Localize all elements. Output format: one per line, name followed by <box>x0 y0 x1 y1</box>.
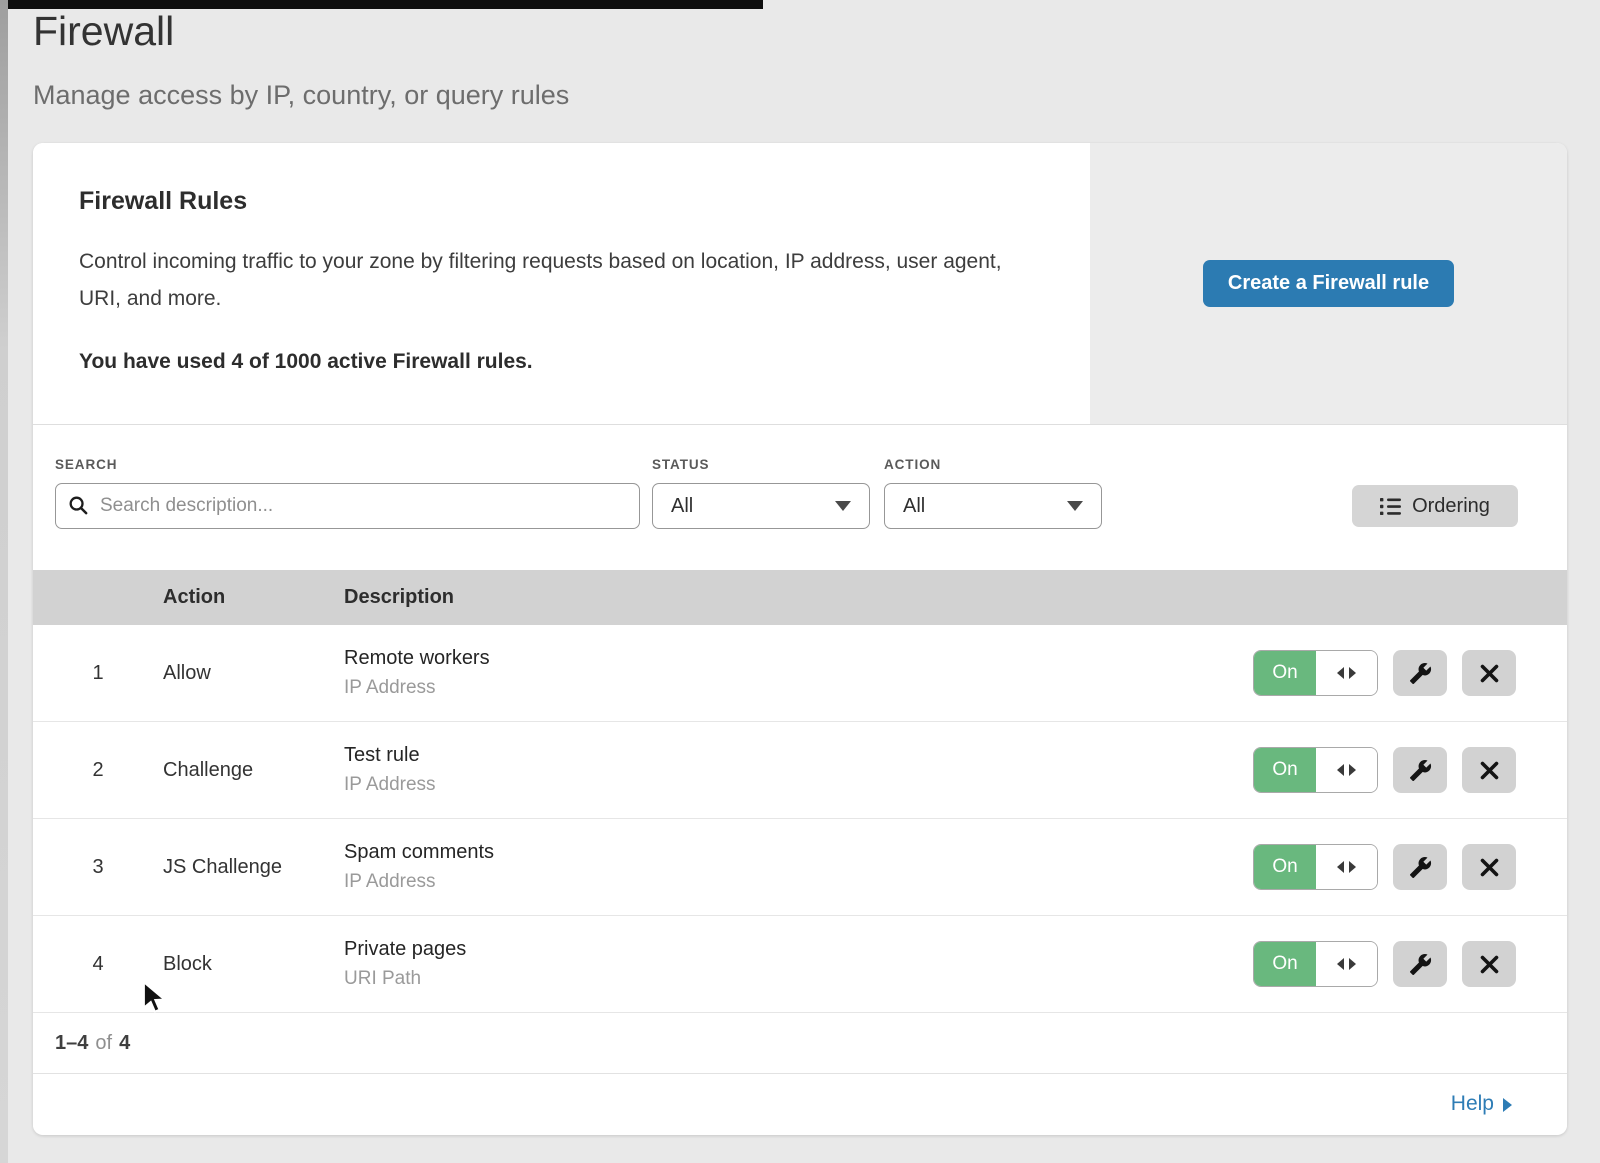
close-icon <box>1479 857 1500 878</box>
create-firewall-rule-button[interactable]: Create a Firewall rule <box>1203 260 1454 307</box>
chevron-down-icon <box>1067 501 1083 511</box>
card-description: Control incoming traffic to your zone by… <box>79 243 1029 317</box>
page-title: Firewall <box>33 8 174 55</box>
toggle-on-label: On <box>1254 942 1316 986</box>
wrench-icon <box>1409 759 1432 782</box>
table-header: Action Description <box>33 570 1567 625</box>
wrench-icon <box>1409 953 1432 976</box>
arrow-right-icon <box>1349 764 1356 776</box>
pagination-total: 4 <box>119 1032 130 1055</box>
arrow-right-icon <box>1349 861 1356 873</box>
rule-priority: 2 <box>33 759 163 782</box>
close-icon <box>1479 954 1500 975</box>
rule-description: Spam comments <box>344 841 1253 864</box>
rule-action: Challenge <box>163 759 344 782</box>
pagination-of: of <box>95 1032 112 1055</box>
toggle-on-label: On <box>1254 845 1316 889</box>
rule-action: Block <box>163 953 344 976</box>
rule-action: Allow <box>163 662 344 685</box>
page-subtitle: Manage access by IP, country, or query r… <box>33 80 569 111</box>
action-label: ACTION <box>884 457 941 472</box>
edit-rule-button[interactable] <box>1393 844 1447 890</box>
rule-priority: 4 <box>33 953 163 976</box>
help-link-label: Help <box>1451 1092 1494 1116</box>
close-icon <box>1479 663 1500 684</box>
delete-rule-button[interactable] <box>1462 844 1516 890</box>
rule-field: IP Address <box>344 677 1253 699</box>
rule-priority: 1 <box>33 662 163 685</box>
rule-field: IP Address <box>344 774 1253 796</box>
toggle-handle[interactable] <box>1316 845 1377 889</box>
intro-text-panel: Firewall Rules Control incoming traffic … <box>33 143 1090 424</box>
delete-rule-button[interactable] <box>1462 650 1516 696</box>
toggle-handle[interactable] <box>1316 942 1377 986</box>
status-label: STATUS <box>652 457 709 472</box>
action-column-header: Action <box>163 586 344 609</box>
table-row: 1 Allow Remote workers IP Address On <box>33 625 1567 722</box>
chevron-down-icon <box>835 501 851 511</box>
toggle-on-label: On <box>1254 651 1316 695</box>
list-ordering-icon <box>1380 497 1401 516</box>
table-row: 4 Block Private pages URI Path On <box>33 916 1567 1013</box>
status-dropdown-value: All <box>671 495 693 518</box>
rule-field: URI Path <box>344 968 1253 990</box>
create-rule-panel: Create a Firewall rule <box>1090 143 1567 424</box>
arrow-right-icon <box>1503 1098 1512 1112</box>
toggle-on-label: On <box>1254 748 1316 792</box>
rule-description: Private pages <box>344 938 1253 961</box>
rule-description: Remote workers <box>344 647 1253 670</box>
rule-action: JS Challenge <box>163 856 344 879</box>
usage-note: You have used 4 of 1000 active Firewall … <box>79 350 1050 374</box>
card-title: Firewall Rules <box>79 187 1050 216</box>
action-dropdown-value: All <box>903 495 925 518</box>
toggle-handle[interactable] <box>1316 651 1377 695</box>
rule-enabled-toggle[interactable]: On <box>1253 650 1378 696</box>
table-row: 2 Challenge Test rule IP Address On <box>33 722 1567 819</box>
action-dropdown[interactable]: All <box>884 483 1102 529</box>
close-icon <box>1479 760 1500 781</box>
help-link[interactable]: Help <box>1451 1092 1512 1116</box>
help-bar: Help <box>33 1074 1567 1133</box>
description-column-header: Description <box>344 586 1567 609</box>
delete-rule-button[interactable] <box>1462 747 1516 793</box>
toggle-handle[interactable] <box>1316 748 1377 792</box>
search-input[interactable] <box>55 483 640 529</box>
arrow-right-icon <box>1349 667 1356 679</box>
pagination-bar: 1–4 of 4 <box>33 1013 1567 1074</box>
search-box <box>55 483 640 529</box>
rule-enabled-toggle[interactable]: On <box>1253 747 1378 793</box>
pagination-range: 1–4 <box>55 1032 88 1055</box>
arrow-left-icon <box>1337 667 1344 679</box>
rule-field: IP Address <box>344 871 1253 893</box>
ordering-button[interactable]: Ordering <box>1352 485 1518 527</box>
arrow-left-icon <box>1337 958 1344 970</box>
rule-enabled-toggle[interactable]: On <box>1253 844 1378 890</box>
ordering-button-label: Ordering <box>1412 495 1490 518</box>
arrow-left-icon <box>1337 861 1344 873</box>
arrow-left-icon <box>1337 764 1344 776</box>
search-label: SEARCH <box>55 457 117 472</box>
edit-rule-button[interactable] <box>1393 941 1447 987</box>
table-row: 3 JS Challenge Spam comments IP Address … <box>33 819 1567 916</box>
edit-rule-button[interactable] <box>1393 747 1447 793</box>
rule-enabled-toggle[interactable]: On <box>1253 941 1378 987</box>
filters-bar: SEARCH STATUS All ACTION All <box>33 425 1567 570</box>
rule-description: Test rule <box>344 744 1253 767</box>
wrench-icon <box>1409 856 1432 879</box>
firewall-rules-card: Firewall Rules Control incoming traffic … <box>33 143 1567 1135</box>
delete-rule-button[interactable] <box>1462 941 1516 987</box>
rule-priority: 3 <box>33 856 163 879</box>
status-dropdown[interactable]: All <box>652 483 870 529</box>
edit-rule-button[interactable] <box>1393 650 1447 696</box>
intro-section: Firewall Rules Control incoming traffic … <box>33 143 1567 425</box>
wrench-icon <box>1409 662 1432 685</box>
screen-edge-artifact-left <box>0 0 8 1163</box>
arrow-right-icon <box>1349 958 1356 970</box>
